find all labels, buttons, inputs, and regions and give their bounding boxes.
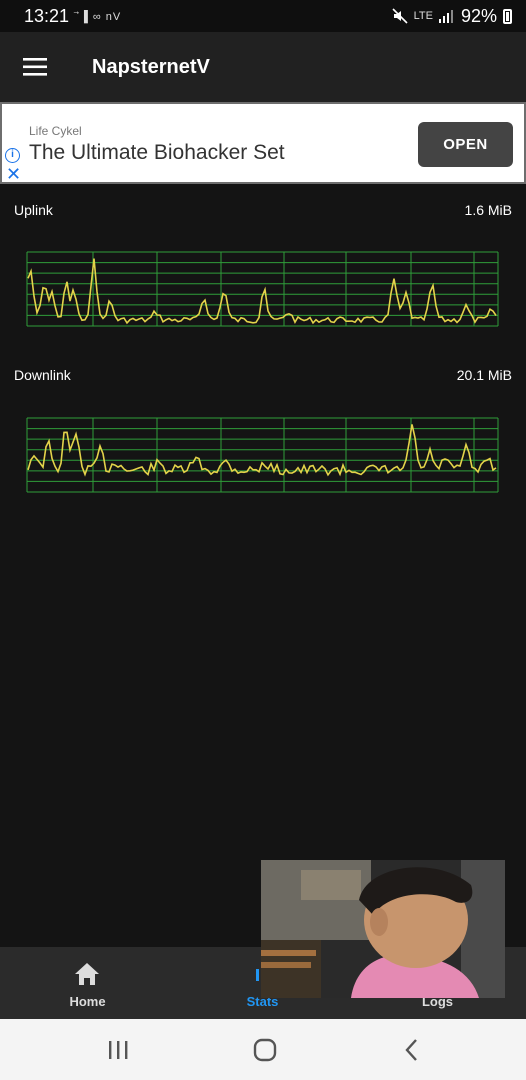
home-circle-icon[interactable] <box>252 1037 278 1063</box>
back-chevron-icon[interactable] <box>399 1037 425 1063</box>
ad-headline[interactable]: The Ultimate Biohacker Set <box>29 141 285 165</box>
ad-open-button[interactable]: OPEN <box>418 122 513 167</box>
ad-banner[interactable]: Life Cykel The Ultimate Biohacker Set i … <box>0 102 526 184</box>
signal-icon <box>438 10 453 23</box>
downlink-graph <box>26 416 499 494</box>
recents-icon[interactable] <box>105 1037 131 1063</box>
status-right: LTE 92% <box>392 6 512 27</box>
status-bar: 13:21 ⃗▐ ∞ nV LTE 92% <box>0 0 526 32</box>
network-type: LTE <box>413 10 433 22</box>
uplink-label: Uplink <box>14 202 53 218</box>
uplink-waveform <box>27 258 497 325</box>
stats-icon <box>256 969 259 981</box>
hamburger-menu-button[interactable] <box>0 32 72 102</box>
pip-video-frame <box>261 860 505 998</box>
uplink-graph <box>26 250 499 328</box>
hamburger-menu-icon <box>23 58 47 76</box>
notification-icons: ⃗▐ ∞ nV <box>79 10 122 23</box>
uplink-value: 1.6 MiB <box>464 202 512 218</box>
info-icon[interactable]: i <box>5 148 20 163</box>
nav-home[interactable]: Home <box>0 947 175 1019</box>
downlink-label: Downlink <box>14 367 71 383</box>
status-time: 13:21 <box>24 5 70 26</box>
home-icon <box>75 963 99 985</box>
downlink-value: 20.1 MiB <box>456 367 512 383</box>
system-navigation-bar <box>0 1019 526 1080</box>
mute-icon <box>392 8 408 24</box>
close-icon[interactable]: ✕ <box>6 165 21 183</box>
app-bar: NapsternetV <box>0 32 526 102</box>
battery-icon <box>503 8 512 24</box>
ad-advertiser: Life Cykel <box>29 124 82 138</box>
uplink-traffic-chart <box>26 251 499 327</box>
battery-percent: 92% <box>460 5 497 26</box>
app-title: NapsternetV <box>92 55 210 78</box>
pip-video-overlay[interactable] <box>261 860 505 998</box>
nav-home-label: Home <box>69 994 106 1009</box>
downlink-traffic-chart <box>26 417 499 493</box>
